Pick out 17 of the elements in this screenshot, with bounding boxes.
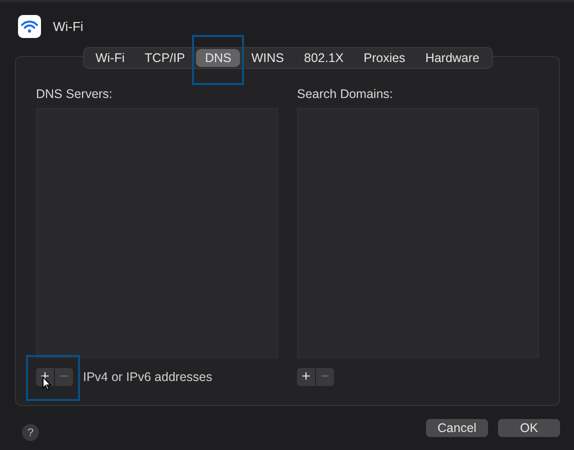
list-box[interactable] bbox=[36, 108, 278, 358]
tab[interactable]: Proxies bbox=[354, 49, 414, 67]
ok-button[interactable]: OK bbox=[498, 418, 560, 436]
list-label: DNS Servers: bbox=[36, 87, 114, 101]
cancel-button[interactable]: Cancel bbox=[426, 418, 488, 436]
hint-text: IPv4 or IPv6 addresses bbox=[83, 370, 212, 384]
tab[interactable]: Wi-Fi bbox=[86, 49, 134, 67]
wifi-app-icon bbox=[18, 14, 41, 38]
add-button[interactable]: + bbox=[297, 368, 315, 386]
window-title: Wi-Fi bbox=[53, 18, 84, 34]
tab[interactable]: TCP/IP bbox=[136, 49, 194, 67]
tab[interactable]: Hardware bbox=[416, 49, 488, 67]
tab[interactable]: 802.1X bbox=[295, 49, 353, 67]
tab[interactable]: DNS bbox=[196, 49, 240, 67]
help-button[interactable]: ? bbox=[22, 424, 39, 441]
list-label: Search Domains: bbox=[297, 87, 394, 101]
tab[interactable]: WINS bbox=[242, 49, 293, 67]
